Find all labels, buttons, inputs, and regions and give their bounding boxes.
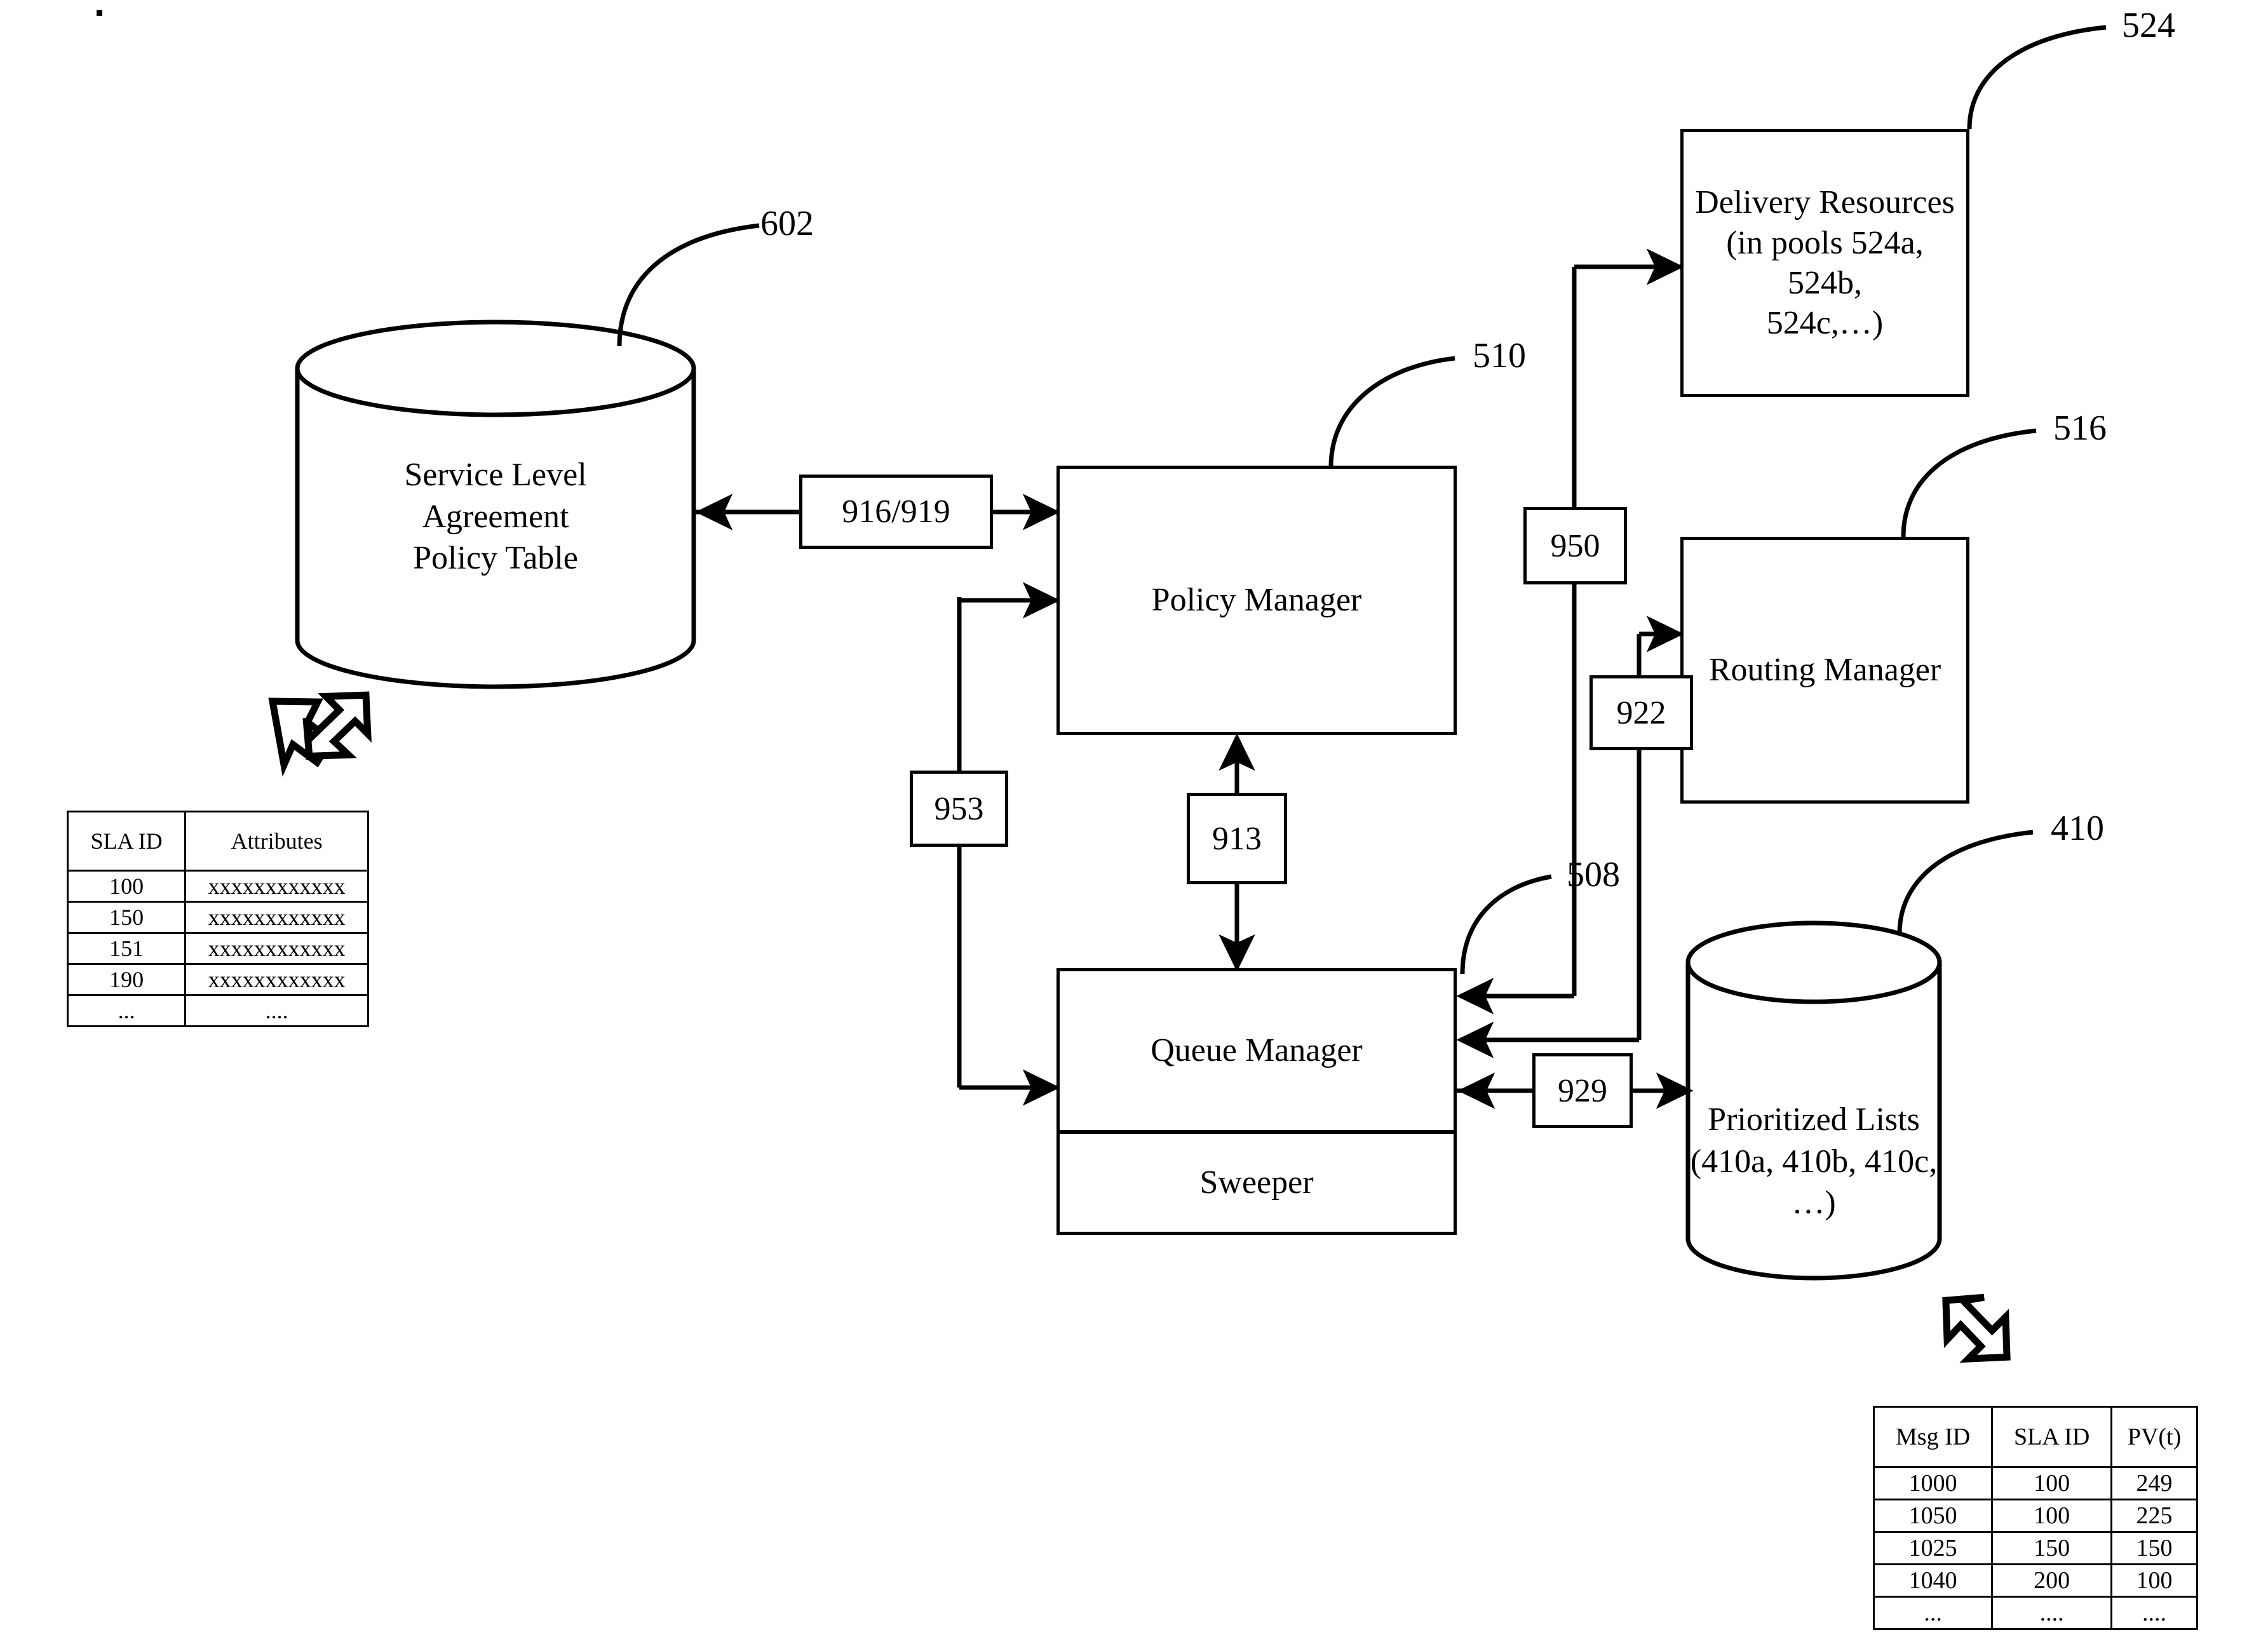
sla-cell-1-1: xxxxxxxxxxxx <box>184 901 369 934</box>
leader-516 <box>1901 428 2037 537</box>
connector-label-950: 950 <box>1550 527 1600 564</box>
policy-manager-label: Policy Manager <box>1151 582 1362 619</box>
priority-table-header-2: PV(t) <box>2110 1406 2198 1468</box>
ref-number-510: 510 <box>1473 336 1526 375</box>
sla-cell-3-1: xxxxxxxxxxxx <box>184 963 369 996</box>
priority-cell-0-1: 100 <box>1991 1466 2113 1500</box>
priority-cell-2-2: 150 <box>2110 1531 2198 1565</box>
table-row: 151 xxxxxxxxxxxx <box>66 932 369 965</box>
leader-602 <box>617 223 760 347</box>
table-header-row: SLA ID Attributes <box>66 811 369 872</box>
delivery-resources-box[interactable]: Delivery Resources (in pools 524a, 524b,… <box>1680 129 1969 397</box>
connector-label-922: 922 <box>1616 694 1666 731</box>
priority-cell-4-2: .... <box>2110 1596 2198 1630</box>
sla-cell-1-0: 150 <box>66 901 187 934</box>
leader-410 <box>1897 830 2034 934</box>
priority-cell-3-1: 200 <box>1991 1563 2113 1598</box>
sla-cell-0-1: xxxxxxxxxxxx <box>184 870 369 903</box>
priority-cell-4-0: ... <box>1872 1596 1994 1630</box>
priority-cell-4-1: .... <box>1991 1596 2113 1630</box>
priority-table-header-1: SLA ID <box>1991 1406 2113 1468</box>
leader-524 <box>1967 25 2107 130</box>
connector-box-916-919[interactable]: 916/919 <box>799 475 993 549</box>
sweeper-box[interactable]: Sweeper <box>1056 1131 1457 1235</box>
connector-box-950[interactable]: 950 <box>1523 507 1627 584</box>
priority-cell-1-2: 225 <box>2110 1499 2198 1533</box>
table-header-row: Msg ID SLA ID PV(t) <box>1872 1406 2198 1468</box>
sla-cell-2-0: 151 <box>66 932 187 965</box>
queue-manager-box[interactable]: Queue Manager <box>1056 968 1457 1133</box>
sla-cell-4-1: .... <box>184 994 369 1027</box>
sla-attributes-table: SLA ID Attributes 100 xxxxxxxxxxxx 150 x… <box>66 811 369 1027</box>
sla-table-header-1: Attributes <box>184 811 369 872</box>
priority-cell-0-0: 1000 <box>1872 1466 1994 1500</box>
delivery-resources-line3: 524c,…) <box>1766 305 1884 342</box>
table-row: 150 xxxxxxxxxxxx <box>66 901 369 934</box>
priority-cell-2-1: 150 <box>1991 1531 2113 1565</box>
patent-figure-canvas: Policy Manager Queue Manager Sweeper Del… <box>0 0 2268 1651</box>
table-row: ... .... .... <box>1872 1596 2198 1630</box>
priority-table-header-0: Msg ID <box>1872 1406 1994 1468</box>
priority-cell-2-0: 1025 <box>1872 1531 1994 1565</box>
priority-cell-0-2: 249 <box>2110 1466 2198 1500</box>
ref-number-508: 508 <box>1567 855 1620 894</box>
lists-double-arrow <box>1942 1293 2011 1363</box>
priority-list-table: Msg ID SLA ID PV(t) 1000 100 249 1050 10… <box>1872 1406 2198 1630</box>
queue-manager-label: Queue Manager <box>1151 1032 1363 1069</box>
connector-label-953: 953 <box>934 790 984 827</box>
connector-box-913[interactable]: 913 <box>1187 793 1287 884</box>
connector-box-929[interactable]: 929 <box>1532 1053 1633 1128</box>
scan-artifact-speck <box>97 10 102 16</box>
sweeper-label: Sweeper <box>1199 1164 1314 1201</box>
table-row: 1000 100 249 <box>1872 1466 2198 1500</box>
priority-cell-1-1: 100 <box>1991 1499 2113 1533</box>
connector-label-916-919: 916/919 <box>842 494 950 530</box>
lists-cylinder-top <box>1685 920 1942 1004</box>
routing-manager-label: Routing Manager <box>1708 652 1941 689</box>
priority-cell-1-0: 1050 <box>1872 1499 1994 1533</box>
ref-number-410: 410 <box>2051 809 2104 848</box>
table-row: 190 xxxxxxxxxxxx <box>66 963 369 996</box>
table-row: 100 xxxxxxxxxxxx <box>66 870 369 903</box>
lists-cylinder-body <box>1685 962 1942 1281</box>
leader-510 <box>1328 356 1455 468</box>
sla-cell-0-0: 100 <box>66 870 187 903</box>
policy-manager-box[interactable]: Policy Manager <box>1056 466 1457 735</box>
connector-label-913: 913 <box>1212 820 1262 857</box>
sla-cylinder-top <box>295 320 696 417</box>
table-row: 1050 100 225 <box>1872 1499 2198 1533</box>
connector-box-953[interactable]: 953 <box>910 771 1008 847</box>
priority-cell-3-2: 100 <box>2110 1563 2198 1598</box>
table-row: 1025 150 150 <box>1872 1531 2198 1565</box>
leader-508 <box>1460 874 1552 974</box>
sla-cell-2-1: xxxxxxxxxxxx <box>184 932 369 965</box>
table-row: ... .... <box>66 994 369 1027</box>
sla-cell-3-0: 190 <box>66 963 187 996</box>
ref-number-516: 516 <box>2053 408 2107 448</box>
table-row: 1040 200 100 <box>1872 1563 2198 1598</box>
delivery-resources-line1: Delivery Resources <box>1695 184 1955 221</box>
connector-box-922[interactable]: 922 <box>1590 675 1693 750</box>
routing-manager-box[interactable]: Routing Manager <box>1680 537 1969 804</box>
delivery-resources-line2: (in pools 524a, 524b, <box>1726 224 1924 301</box>
ref-number-602: 602 <box>760 204 814 243</box>
ref-number-524: 524 <box>2122 6 2175 45</box>
connector-label-929: 929 <box>1558 1072 1607 1109</box>
priority-cell-3-0: 1040 <box>1872 1563 1994 1598</box>
sla-table-header-0: SLA ID <box>66 811 187 872</box>
sla-cell-4-0: ... <box>66 994 187 1027</box>
